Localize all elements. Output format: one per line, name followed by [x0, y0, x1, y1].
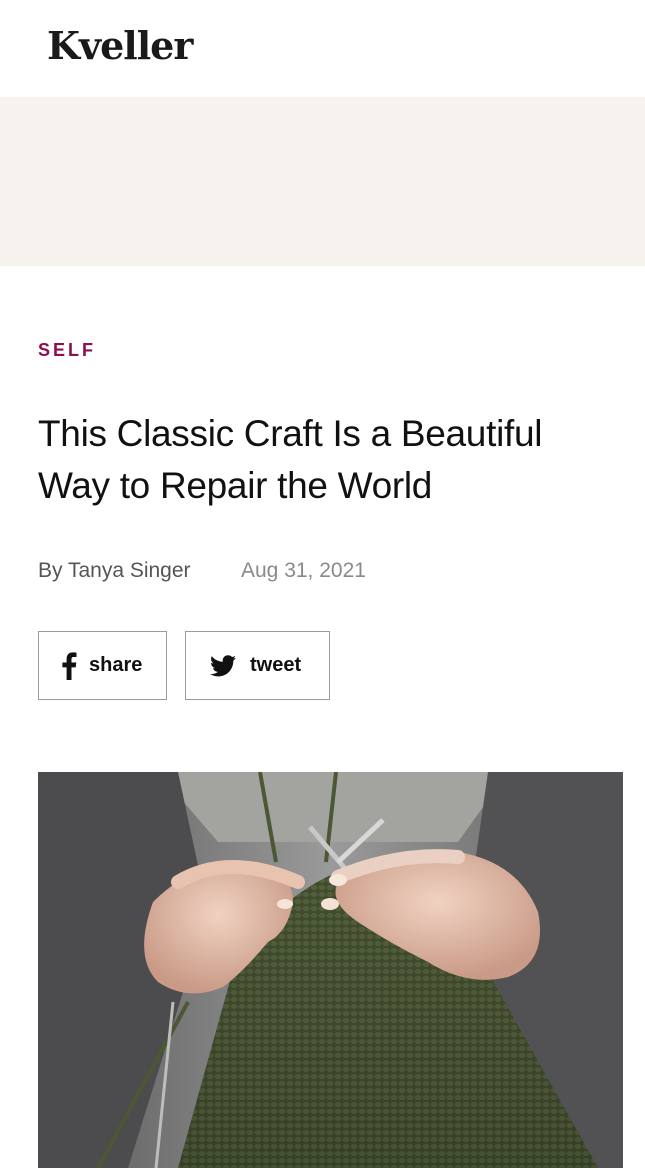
share-label: share [89, 654, 143, 676]
hero-image [38, 772, 623, 1168]
facebook-icon [61, 651, 77, 680]
article-date: Aug 31, 2021 [241, 559, 366, 582]
article-category[interactable]: SELF [38, 340, 96, 361]
twitter-icon [210, 654, 236, 677]
site-logo[interactable]: Kveller [47, 22, 193, 70]
site-header: Kveller [0, 0, 645, 97]
twitter-tweet-button[interactable]: tweet [185, 631, 330, 700]
facebook-share-button[interactable]: share [38, 631, 167, 700]
knitting-photo [38, 772, 623, 1168]
tweet-label: tweet [250, 654, 302, 676]
article-byline[interactable]: By Tanya Singer [38, 559, 191, 583]
ad-placeholder [0, 97, 645, 266]
article-title: This Classic Craft Is a Beautiful Way to… [38, 413, 543, 506]
